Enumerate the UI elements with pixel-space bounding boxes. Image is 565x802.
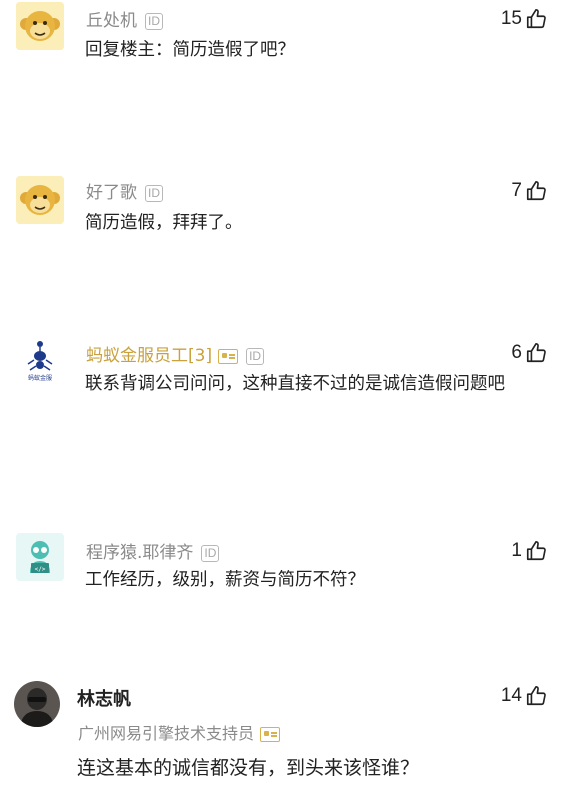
thumbs-up-icon	[526, 343, 546, 363]
like-count: 6	[511, 342, 522, 363]
id-badge: ID	[246, 347, 265, 365]
person-photo-avatar[interactable]	[14, 681, 60, 727]
username[interactable]: 蚂蚁金服员工[3] ID	[86, 341, 265, 366]
username-text[interactable]: 程序猿.耶律齐	[86, 543, 193, 563]
username-text[interactable]: 丘处机	[86, 11, 137, 31]
svg-text:蚂蚁金服: 蚂蚁金服	[28, 374, 52, 382]
like-count: 15	[500, 8, 522, 29]
thumbs-up-icon	[526, 541, 546, 561]
verified-badge-icon	[218, 348, 239, 364]
ant-financial-logo[interactable]: 蚂蚁金服	[16, 336, 64, 384]
username[interactable]: 林志帆	[77, 685, 131, 711]
thumbs-up-icon	[526, 9, 546, 29]
monkey-avatar[interactable]	[16, 2, 64, 50]
like-button[interactable]: 7	[511, 180, 547, 202]
username-text[interactable]: 蚂蚁金服员工[3]	[86, 346, 212, 366]
comment-text: 简历造假，拜拜了。	[85, 213, 243, 233]
like-count: 1	[511, 540, 522, 561]
like-button[interactable]: 14	[501, 685, 547, 707]
coder-avatar[interactable]: </>	[16, 533, 64, 581]
thumbs-up-icon	[526, 181, 546, 201]
thumbs-up-icon	[526, 686, 546, 706]
comment-text: 工作经历，级别，薪资与简历不符？	[85, 570, 365, 590]
user-title: 广州网易引擎技术支持员	[78, 720, 281, 744]
verified-badge-icon	[260, 727, 281, 742]
username-text[interactable]: 林志帆	[77, 689, 131, 710]
like-button[interactable]: 6	[511, 342, 547, 364]
comment-text: 联系背调公司问问，这种直接不过的是诚信造假问题吧	[85, 374, 505, 394]
id-badge: ID	[145, 184, 163, 202]
id-badge: ID	[201, 544, 220, 562]
id-badge: ID	[145, 12, 163, 30]
svg-text:</>: </>	[35, 566, 46, 573]
like-button[interactable]: 1	[511, 540, 547, 562]
username[interactable]: 程序猿.耶律齐 ID	[86, 538, 220, 563]
like-count: 7	[511, 180, 522, 201]
like-button[interactable]: 15	[501, 8, 547, 30]
user-title-text: 广州网易引擎技术支持员	[78, 724, 255, 743]
comment-text: 回复楼主：简历造假了吧？	[85, 40, 295, 60]
like-count: 14	[500, 685, 522, 706]
monkey-avatar[interactable]	[16, 176, 64, 224]
comment-text: 连这基本的诚信都没有，到头来该怪谁？	[77, 757, 420, 779]
username-text[interactable]: 好了歌	[86, 183, 137, 203]
username[interactable]: 好了歌 ID	[86, 178, 163, 203]
username[interactable]: 丘处机 ID	[86, 6, 163, 31]
